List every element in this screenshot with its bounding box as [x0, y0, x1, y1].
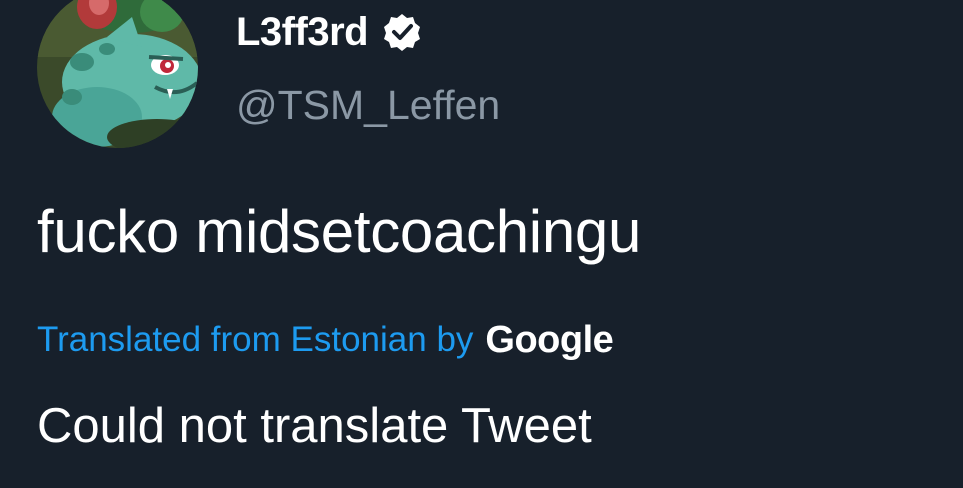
bulbasaur-avatar-icon	[37, 0, 198, 148]
translated-from-link[interactable]: Translated from Estonian by	[37, 320, 473, 360]
translation-result: Could not translate Tweet	[37, 399, 592, 453]
google-logo: Google	[485, 318, 614, 361]
translation-attribution: Translated from Estonian by Google	[37, 316, 614, 364]
user-handle[interactable]: @TSM_Leffen	[236, 82, 500, 129]
avatar[interactable]	[37, 0, 198, 148]
tweet-text: fucko midsetcoachingu	[37, 198, 642, 265]
display-name-row: L3ff3rd	[236, 6, 422, 58]
display-name[interactable]: L3ff3rd	[236, 10, 369, 55]
verified-badge-icon	[382, 12, 422, 52]
tweet-card: L3ff3rd @TSM_Leffen fucko midsetcoaching…	[0, 0, 963, 488]
